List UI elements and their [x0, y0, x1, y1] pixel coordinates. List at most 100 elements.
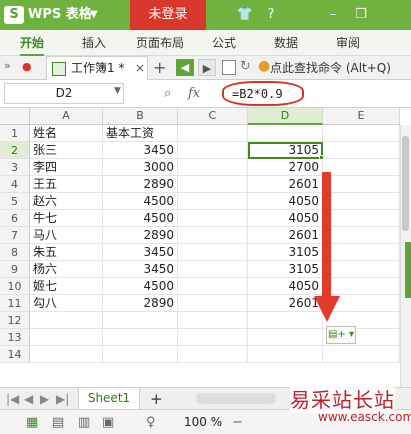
- restore-icon[interactable]: ❐: [352, 5, 370, 25]
- row-header[interactable]: 3: [0, 159, 30, 176]
- grid-cell[interactable]: [323, 227, 400, 244]
- row-header[interactable]: 11: [0, 295, 30, 312]
- grid-cell[interactable]: [178, 210, 248, 227]
- name-cell[interactable]: 王五: [30, 176, 103, 193]
- grid-cell[interactable]: [178, 295, 248, 312]
- name-cell[interactable]: 勾八: [30, 295, 103, 312]
- tab-home[interactable]: 开始: [20, 30, 45, 56]
- active-cell-d2[interactable]: [248, 142, 323, 159]
- grid-cell[interactable]: [323, 244, 400, 261]
- column-header-d[interactable]: D: [248, 108, 323, 125]
- grid-cell[interactable]: [178, 159, 248, 176]
- reading-mode-icon[interactable]: ▣: [102, 414, 114, 431]
- tab-formulas[interactable]: 公式: [212, 30, 236, 56]
- grid-cell[interactable]: [323, 142, 400, 159]
- document-tab[interactable]: 工作簿1 * ×: [46, 56, 148, 80]
- salary-cell[interactable]: 4500: [103, 278, 178, 295]
- row-header[interactable]: 12: [0, 312, 30, 329]
- add-sheet-button[interactable]: +: [150, 390, 163, 408]
- name-cell[interactable]: 张三: [30, 142, 103, 159]
- result-cell[interactable]: 4050: [248, 278, 323, 295]
- nav-right-icon[interactable]: ▶: [198, 59, 216, 76]
- grid-cell[interactable]: [178, 312, 248, 329]
- name-cell[interactable]: 赵六: [30, 193, 103, 210]
- result-cell[interactable]: 2601: [248, 295, 323, 312]
- app-menu-dropdown-icon[interactable]: ▼: [90, 6, 98, 24]
- header-cell-name[interactable]: 姓名: [30, 125, 103, 142]
- name-cell[interactable]: 朱五: [30, 244, 103, 261]
- zoom-out-icon[interactable]: −: [232, 414, 243, 431]
- vertical-scroll-thumb[interactable]: [402, 136, 409, 231]
- horizontal-scrollbar[interactable]: [196, 393, 276, 404]
- grid-cell[interactable]: [178, 227, 248, 244]
- name-box-dropdown-icon[interactable]: ▼: [114, 86, 121, 96]
- result-cell[interactable]: 3105: [248, 244, 323, 261]
- grid-cell[interactable]: [248, 329, 323, 346]
- row-header[interactable]: 5: [0, 193, 30, 210]
- next-sheet-icon[interactable]: ▶: [40, 390, 49, 408]
- grid-cell[interactable]: [178, 329, 248, 346]
- grid-cell[interactable]: [178, 142, 248, 159]
- wps-logo-icon[interactable]: S: [4, 6, 24, 24]
- normal-view-icon[interactable]: ▦: [26, 414, 38, 431]
- tab-insert[interactable]: 插入: [82, 30, 106, 56]
- login-button[interactable]: 未登录: [130, 0, 206, 30]
- name-cell[interactable]: 李四: [30, 159, 103, 176]
- zoom-level[interactable]: 100 %: [184, 414, 222, 431]
- salary-cell[interactable]: 4500: [103, 193, 178, 210]
- row-header[interactable]: 6: [0, 210, 30, 227]
- name-cell[interactable]: 牛七: [30, 210, 103, 227]
- salary-cell[interactable]: 3450: [103, 142, 178, 159]
- minimize-icon[interactable]: –: [324, 5, 342, 25]
- autofill-options-button[interactable]: ▤+ ▾: [326, 326, 356, 344]
- result-cell[interactable]: 2601: [248, 227, 323, 244]
- grid-cell[interactable]: [248, 125, 323, 142]
- grid-cell[interactable]: [30, 346, 103, 363]
- column-header-b[interactable]: B: [103, 108, 178, 125]
- insert-function-icon[interactable]: fx: [188, 84, 200, 104]
- prev-sheet-icon[interactable]: ◀: [24, 390, 33, 408]
- column-header-e[interactable]: E: [323, 108, 400, 125]
- grid-cell[interactable]: [30, 329, 103, 346]
- grid-cell[interactable]: [178, 176, 248, 193]
- name-cell[interactable]: 杨六: [30, 261, 103, 278]
- grid-cell[interactable]: [323, 193, 400, 210]
- row-header[interactable]: 8: [0, 244, 30, 261]
- help-icon[interactable]: ?: [262, 5, 280, 25]
- grid-cell[interactable]: [103, 346, 178, 363]
- grid-cell[interactable]: [323, 210, 400, 227]
- grid-cell[interactable]: [323, 346, 400, 363]
- name-cell[interactable]: 马八: [30, 227, 103, 244]
- column-header-a[interactable]: A: [30, 108, 103, 125]
- row-header[interactable]: 1: [0, 125, 30, 142]
- row-header[interactable]: 7: [0, 227, 30, 244]
- grid-cell[interactable]: [178, 244, 248, 261]
- tab-page-layout[interactable]: 页面布局: [136, 30, 184, 56]
- result-cell[interactable]: 2601: [248, 176, 323, 193]
- select-all-corner[interactable]: [0, 108, 30, 125]
- result-cell[interactable]: 3105: [248, 261, 323, 278]
- row-header[interactable]: 10: [0, 278, 30, 295]
- grid-cell[interactable]: [323, 261, 400, 278]
- last-sheet-icon[interactable]: ▶|: [56, 390, 69, 408]
- side-panel-tab[interactable]: [405, 242, 411, 298]
- salary-cell[interactable]: 2890: [103, 295, 178, 312]
- salary-cell[interactable]: 4500: [103, 210, 178, 227]
- result-cell[interactable]: 4050: [248, 193, 323, 210]
- first-sheet-icon[interactable]: |◀: [6, 390, 19, 408]
- grid-cell[interactable]: [248, 346, 323, 363]
- row-header[interactable]: 2: [0, 142, 30, 159]
- grid-cell[interactable]: [103, 312, 178, 329]
- grid-cell[interactable]: [178, 125, 248, 142]
- salary-cell[interactable]: 3450: [103, 244, 178, 261]
- app-title[interactable]: WPS 表格: [28, 6, 92, 24]
- row-header[interactable]: 9: [0, 261, 30, 278]
- grid-cell[interactable]: [178, 346, 248, 363]
- row-header[interactable]: 4: [0, 176, 30, 193]
- salary-cell[interactable]: 3000: [103, 159, 178, 176]
- grid-cell[interactable]: [323, 159, 400, 176]
- salary-cell[interactable]: 3450: [103, 261, 178, 278]
- name-box[interactable]: D2: [4, 83, 124, 104]
- result-cell[interactable]: 2700: [248, 159, 323, 176]
- row-header[interactable]: 14: [0, 346, 30, 363]
